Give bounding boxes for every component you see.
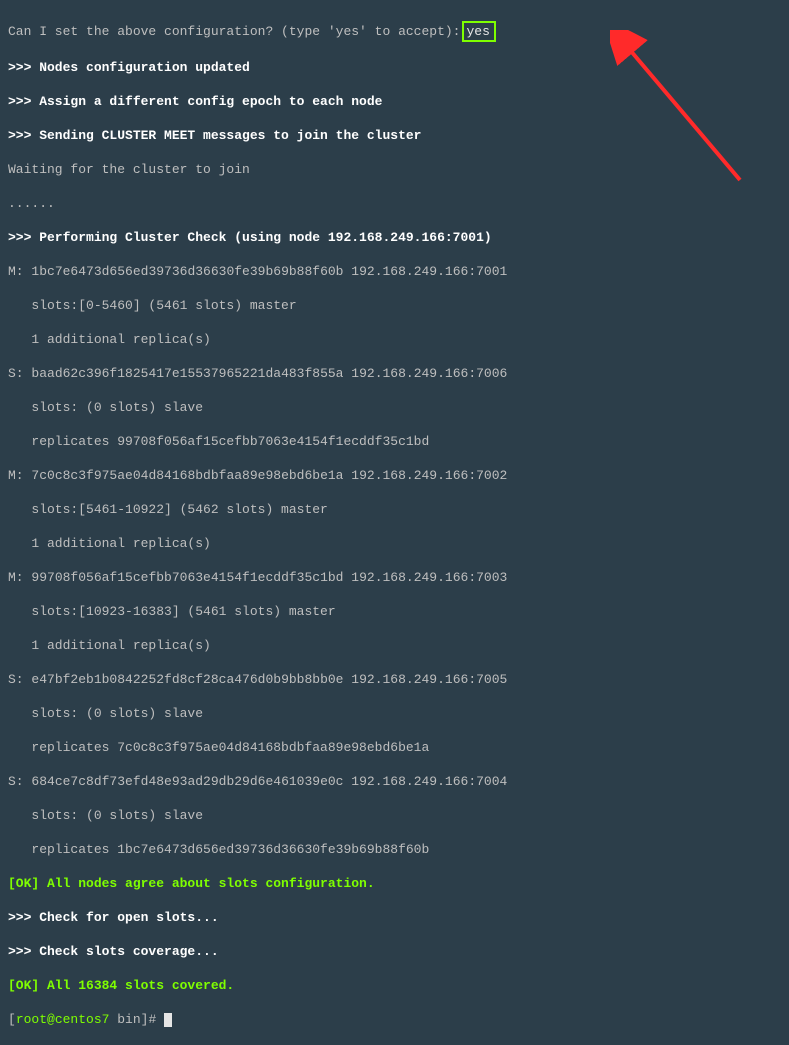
- node-slots: slots: (0 slots) slave: [8, 807, 672, 824]
- ok-slots-covered: [OK] All 16384 slots covered.: [8, 977, 672, 994]
- node-slots: slots:[0-5460] (5461 slots) master: [8, 297, 672, 314]
- msg-check-open-slots: >>> Check for open slots...: [8, 909, 672, 926]
- shell-user: root@centos7: [16, 1012, 110, 1027]
- node-extra: replicates 99708f056af15cefbb7063e4154f1…: [8, 433, 672, 450]
- prompt-line: Can I set the above configuration? (type…: [8, 21, 672, 42]
- node-row: M: 99708f056af15cefbb7063e4154f1ecddf35c…: [8, 569, 672, 586]
- msg-nodes-updated: >>> Nodes configuration updated: [8, 59, 672, 76]
- prompt-text: Can I set the above configuration? (type…: [8, 24, 460, 39]
- node-extra: 1 additional replica(s): [8, 331, 672, 348]
- msg-waiting: Waiting for the cluster to join: [8, 161, 672, 178]
- node-extra: 1 additional replica(s): [8, 535, 672, 552]
- msg-check-coverage: >>> Check slots coverage...: [8, 943, 672, 960]
- node-slots: slots:[5461-10922] (5462 slots) master: [8, 501, 672, 518]
- input-yes-highlight: yes: [462, 21, 495, 42]
- msg-assign-epoch: >>> Assign a different config epoch to e…: [8, 93, 672, 110]
- node-extra: 1 additional replica(s): [8, 637, 672, 654]
- msg-cluster-check: >>> Performing Cluster Check (using node…: [8, 229, 672, 246]
- node-row: S: 684ce7c8df73efd48e93ad29db29d6e461039…: [8, 773, 672, 790]
- cursor-icon: [164, 1013, 172, 1027]
- dots: ......: [8, 195, 672, 212]
- node-slots: slots: (0 slots) slave: [8, 705, 672, 722]
- shell-cwd: bin: [109, 1012, 140, 1027]
- node-row: M: 1bc7e6473d656ed39736d36630fe39b69b88f…: [8, 263, 672, 280]
- node-extra: replicates 1bc7e6473d656ed39736d36630fe3…: [8, 841, 672, 858]
- msg-sending-meet: >>> Sending CLUSTER MEET messages to joi…: [8, 127, 672, 144]
- node-slots: slots: (0 slots) slave: [8, 399, 672, 416]
- node-row: M: 7c0c8c3f975ae04d84168bdbfaa89e98ebd6b…: [8, 467, 672, 484]
- shell-prompt-line[interactable]: [root@centos7 bin]#: [8, 1011, 672, 1028]
- ok-nodes-agree: [OK] All nodes agree about slots configu…: [8, 875, 672, 892]
- node-slots: slots:[10923-16383] (5461 slots) master: [8, 603, 672, 620]
- terminal-output: Can I set the above configuration? (type…: [0, 0, 680, 547]
- node-row: S: baad62c396f1825417e15537965221da483f8…: [8, 365, 672, 382]
- node-row: S: e47bf2eb1b0842252fd8cf28ca476d0b9bb8b…: [8, 671, 672, 688]
- node-extra: replicates 7c0c8c3f975ae04d84168bdbfaa89…: [8, 739, 672, 756]
